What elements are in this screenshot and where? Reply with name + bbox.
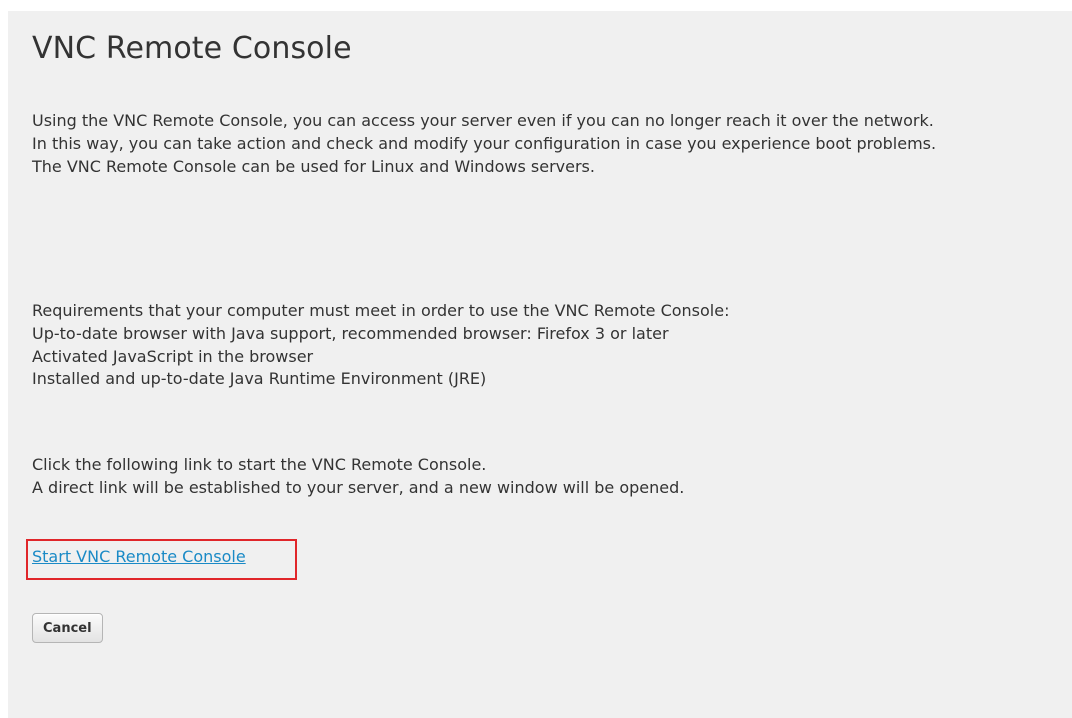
link-info-text: Click the following link to start the VN… (32, 454, 1032, 500)
requirements-heading: Requirements that your computer must mee… (32, 301, 730, 320)
requirement-item: Up-to-date browser with Java support, re… (32, 323, 669, 343)
intro-line: The VNC Remote Console can be used for L… (32, 156, 595, 176)
intro-text: Using the VNC Remote Console, you can ac… (32, 110, 1032, 178)
link-info-line: Click the following link to start the VN… (32, 455, 487, 474)
requirement-item: Activated JavaScript in the browser (32, 346, 314, 366)
link-info-line: A direct link will be established to you… (32, 477, 685, 497)
requirement-item: Installed and up-to-date Java Runtime En… (32, 369, 487, 389)
page-title: VNC Remote Console (32, 31, 352, 66)
cancel-button[interactable]: Cancel (32, 613, 103, 643)
intro-line: Using the VNC Remote Console, you can ac… (32, 111, 934, 130)
start-vnc-console-link[interactable]: Start VNC Remote Console (32, 545, 246, 569)
requirements-text: Requirements that your computer must mee… (32, 300, 1032, 391)
intro-line: In this way, you can take action and che… (32, 133, 937, 153)
